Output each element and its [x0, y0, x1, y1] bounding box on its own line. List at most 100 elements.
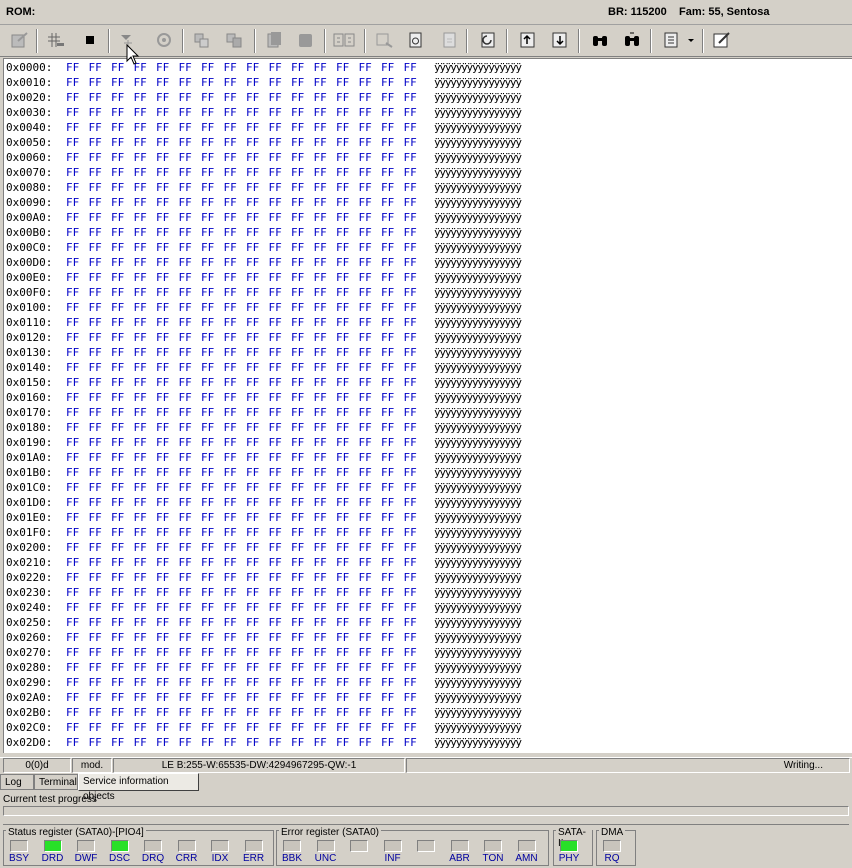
hex-byte[interactable]: FF: [134, 600, 147, 615]
hex-byte[interactable]: FF: [359, 435, 372, 450]
gear-icon[interactable]: [152, 29, 176, 51]
binoculars-next-icon[interactable]: [620, 29, 644, 51]
hex-byte[interactable]: FF: [269, 600, 282, 615]
hex-byte[interactable]: FF: [404, 165, 417, 180]
hex-byte[interactable]: FF: [156, 450, 169, 465]
hex-byte[interactable]: FF: [291, 210, 304, 225]
hex-byte[interactable]: FF: [246, 495, 259, 510]
hex-byte[interactable]: FF: [89, 105, 102, 120]
hex-byte[interactable]: FF: [314, 630, 327, 645]
hex-byte[interactable]: FF: [336, 690, 349, 705]
hex-byte[interactable]: FF: [381, 420, 394, 435]
hex-byte[interactable]: FF: [381, 585, 394, 600]
hex-byte[interactable]: FF: [336, 630, 349, 645]
hex-byte[interactable]: FF: [359, 465, 372, 480]
hex-byte[interactable]: FF: [179, 420, 192, 435]
hex-byte[interactable]: FF: [336, 285, 349, 300]
hex-byte[interactable]: FF: [246, 465, 259, 480]
hex-byte[interactable]: FF: [89, 465, 102, 480]
hex-byte[interactable]: FF: [404, 105, 417, 120]
upload-icon[interactable]: [516, 29, 540, 51]
hex-byte[interactable]: FF: [291, 315, 304, 330]
hex-byte[interactable]: FF: [66, 600, 79, 615]
hex-byte[interactable]: FF: [201, 180, 214, 195]
hex-byte[interactable]: FF: [381, 735, 394, 750]
hex-byte[interactable]: FF: [111, 360, 124, 375]
hex-byte[interactable]: FF: [381, 225, 394, 240]
hex-byte[interactable]: FF: [269, 585, 282, 600]
hex-byte[interactable]: FF: [404, 675, 417, 690]
hex-byte[interactable]: FF: [314, 495, 327, 510]
hex-byte[interactable]: FF: [156, 330, 169, 345]
hex-byte[interactable]: FF: [111, 120, 124, 135]
hex-byte[interactable]: FF: [291, 330, 304, 345]
hex-byte[interactable]: FF: [156, 315, 169, 330]
hex-byte[interactable]: FF: [111, 270, 124, 285]
hex-byte[interactable]: FF: [224, 405, 237, 420]
hex-byte[interactable]: FF: [336, 135, 349, 150]
hex-byte[interactable]: FF: [179, 675, 192, 690]
hex-byte[interactable]: FF: [404, 375, 417, 390]
hex-byte[interactable]: FF: [291, 735, 304, 750]
hex-byte[interactable]: FF: [66, 645, 79, 660]
hex-byte[interactable]: FF: [66, 150, 79, 165]
hex-byte[interactable]: FF: [336, 90, 349, 105]
hex-byte[interactable]: FF: [314, 360, 327, 375]
hex-byte[interactable]: FF: [291, 465, 304, 480]
hex-byte[interactable]: FF: [201, 420, 214, 435]
hex-byte[interactable]: FF: [224, 180, 237, 195]
hex-byte[interactable]: FF: [111, 345, 124, 360]
hex-byte[interactable]: FF: [134, 90, 147, 105]
hex-byte[interactable]: FF: [134, 210, 147, 225]
hex-byte[interactable]: FF: [156, 675, 169, 690]
hex-byte[interactable]: FF: [66, 210, 79, 225]
hex-byte[interactable]: FF: [156, 120, 169, 135]
hex-byte[interactable]: FF: [359, 225, 372, 240]
hex-byte[interactable]: FF: [404, 570, 417, 585]
hex-byte[interactable]: FF: [201, 285, 214, 300]
hex-byte[interactable]: FF: [246, 75, 259, 90]
hex-byte[interactable]: FF: [89, 570, 102, 585]
hex-byte[interactable]: FF: [156, 645, 169, 660]
hex-byte[interactable]: FF: [246, 360, 259, 375]
hex-byte[interactable]: FF: [201, 585, 214, 600]
hex-byte[interactable]: FF: [66, 405, 79, 420]
hex-byte[interactable]: FF: [291, 450, 304, 465]
hex-byte[interactable]: FF: [111, 615, 124, 630]
hex-byte[interactable]: FF: [291, 540, 304, 555]
hex-byte[interactable]: FF: [156, 495, 169, 510]
hex-byte[interactable]: FF: [314, 405, 327, 420]
hex-byte[interactable]: FF: [66, 480, 79, 495]
hex-byte[interactable]: FF: [269, 195, 282, 210]
hex-byte[interactable]: FF: [89, 390, 102, 405]
hex-byte[interactable]: FF: [381, 540, 394, 555]
hex-byte[interactable]: FF: [134, 720, 147, 735]
hex-byte[interactable]: FF: [314, 675, 327, 690]
hex-byte[interactable]: FF: [269, 150, 282, 165]
hex-byte[interactable]: FF: [201, 495, 214, 510]
hex-byte[interactable]: FF: [201, 120, 214, 135]
hex-byte[interactable]: FF: [381, 525, 394, 540]
hex-byte[interactable]: FF: [179, 210, 192, 225]
hex-byte[interactable]: FF: [246, 585, 259, 600]
hex-byte[interactable]: FF: [246, 540, 259, 555]
hex-byte[interactable]: FF: [336, 450, 349, 465]
hex-byte[interactable]: FF: [156, 255, 169, 270]
hex-byte[interactable]: FF: [314, 195, 327, 210]
hex-byte[interactable]: FF: [404, 225, 417, 240]
hex-byte[interactable]: FF: [134, 660, 147, 675]
hex-byte[interactable]: FF: [381, 675, 394, 690]
hex-byte[interactable]: FF: [269, 180, 282, 195]
hex-byte[interactable]: FF: [381, 270, 394, 285]
hex-byte[interactable]: FF: [66, 165, 79, 180]
hex-byte[interactable]: FF: [404, 525, 417, 540]
hex-byte[interactable]: FF: [359, 315, 372, 330]
hex-byte[interactable]: FF: [314, 180, 327, 195]
hex-byte[interactable]: FF: [336, 435, 349, 450]
hex-byte[interactable]: FF: [336, 105, 349, 120]
hex-byte[interactable]: FF: [336, 720, 349, 735]
hex-byte[interactable]: FF: [134, 630, 147, 645]
hex-byte[interactable]: FF: [66, 690, 79, 705]
hex-byte[interactable]: FF: [134, 495, 147, 510]
hex-byte[interactable]: FF: [111, 690, 124, 705]
